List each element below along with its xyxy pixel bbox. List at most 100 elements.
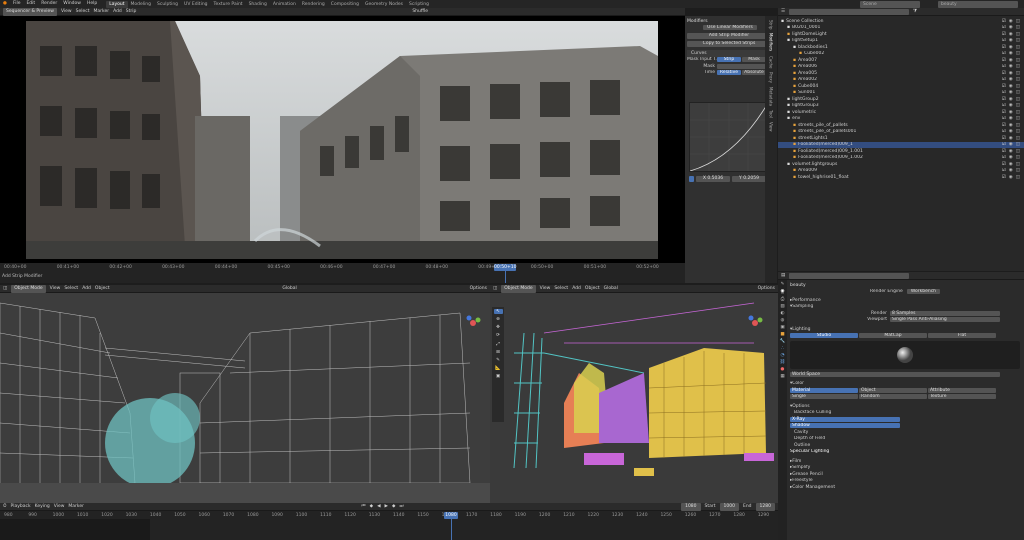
curve-y-field[interactable]: Y 0.2059 [732, 176, 766, 182]
right-menu-add[interactable]: Add [572, 285, 581, 293]
render-camera-icon[interactable]: ◫ [1016, 162, 1020, 167]
scene-selector[interactable]: Scene [860, 0, 920, 8]
render-camera-icon[interactable]: ◫ [1016, 32, 1020, 37]
workspace-tab-texture-paint[interactable]: Texture Paint [211, 1, 246, 8]
time-relative[interactable]: Relative [717, 70, 741, 76]
outliner-item[interactable]: ▪ Fooliated(merced)009_1.001 ☑ ◉ ◫ [778, 148, 1024, 155]
xray-toggle[interactable]: X-Ray [790, 416, 900, 422]
timeline-menu-keying[interactable]: Keying [35, 503, 50, 511]
visibility-eye-icon[interactable]: ◉ [1009, 77, 1013, 82]
physics-tab-icon[interactable]: ◔ [781, 353, 785, 358]
outliner-item[interactable]: ▪ volumetric ☑ ◉ ◫ [778, 109, 1024, 116]
visibility-eye-icon[interactable]: ◉ [1009, 175, 1013, 180]
render-camera-icon[interactable]: ◫ [1016, 64, 1020, 69]
menu-file[interactable]: File [10, 0, 24, 8]
outliner-item[interactable]: ▪ towel_highrise01_float ☑ ◉ ◫ [778, 174, 1024, 181]
viewport-samples-select[interactable]: Single Pass Anti-Aliasing [890, 317, 1000, 323]
right-menu-object[interactable]: Object [585, 285, 600, 293]
render-camera-icon[interactable]: ◫ [1016, 142, 1020, 147]
render-engine-select[interactable]: Workbench [906, 289, 941, 295]
render-camera-icon[interactable]: ◫ [1016, 84, 1020, 89]
lighting-studio[interactable]: Studio [790, 333, 858, 339]
outliner-item[interactable]: ▪ env ☑ ◉ ◫ [778, 116, 1024, 123]
render-camera-icon[interactable]: ◫ [1016, 103, 1020, 108]
left-menu-view[interactable]: View [50, 285, 61, 293]
next-key-icon[interactable]: ◆ [392, 503, 395, 511]
exclude-checkbox-icon[interactable]: ☑ [1002, 136, 1006, 141]
render-tab-icon[interactable]: ◉ [780, 289, 785, 294]
output-tab-icon[interactable]: ⎙ [781, 296, 785, 302]
color-texture[interactable]: Texture [928, 394, 996, 400]
texture-tab-icon[interactable]: ▦ [780, 374, 784, 379]
prev-key-icon[interactable]: ◆ [370, 503, 373, 511]
left-transform-select[interactable]: Global [282, 285, 296, 293]
color-management-panel[interactable]: ▸ Color Management [790, 484, 1020, 491]
left-menu-object[interactable]: Object [95, 285, 110, 293]
visibility-eye-icon[interactable]: ◉ [1009, 110, 1013, 115]
color-random[interactable]: Random [859, 394, 927, 400]
menu-edit[interactable]: Edit [23, 0, 38, 8]
mask-input-strip[interactable]: Strip [717, 57, 741, 63]
exclude-checkbox-icon[interactable]: ☑ [1002, 45, 1006, 50]
visibility-eye-icon[interactable]: ◉ [1009, 90, 1013, 95]
right-options-button[interactable]: Options [758, 285, 775, 293]
timeline-menu-playback[interactable]: Playback [11, 503, 31, 511]
visibility-eye-icon[interactable]: ◉ [1009, 32, 1013, 37]
properties-type-icon[interactable]: ▤ [781, 272, 785, 280]
outliner-item[interactable]: ▪ Area006 ☑ ◉ ◫ [778, 64, 1024, 71]
render-camera-icon[interactable]: ◫ [1016, 38, 1020, 43]
play-icon[interactable]: ▶ [385, 503, 388, 511]
properties-search-input[interactable] [789, 272, 910, 279]
visibility-eye-icon[interactable]: ◉ [1009, 136, 1013, 141]
tab-view[interactable]: View [769, 122, 774, 132]
color-single[interactable]: Single [790, 394, 858, 400]
render-camera-icon[interactable]: ◫ [1016, 77, 1020, 82]
render-camera-icon[interactable]: ◫ [1016, 110, 1020, 115]
visibility-eye-icon[interactable]: ◉ [1009, 103, 1013, 108]
color-object[interactable]: Object [859, 387, 927, 393]
visibility-eye-icon[interactable]: ◉ [1009, 51, 1013, 56]
studio-light-preview[interactable] [790, 341, 1020, 369]
exclude-checkbox-icon[interactable]: ☑ [1002, 97, 1006, 102]
outliner-item[interactable]: ▪ Area002 ☑ ◉ ◫ [778, 77, 1024, 84]
exclude-checkbox-icon[interactable]: ☑ [1002, 162, 1006, 167]
outliner-item[interactable]: ▪ streets_pile_of_pallets ☑ ◉ ◫ [778, 122, 1024, 129]
outliner-item[interactable]: ▪ lightSetup1 ☑ ◉ ◫ [778, 38, 1024, 45]
editor-type-icon[interactable]: ◫ [3, 285, 7, 293]
visibility-eye-icon[interactable]: ◉ [1009, 84, 1013, 89]
outliner-item[interactable]: ▪ Area005 ☑ ◉ ◫ [778, 70, 1024, 77]
workspace-tab-uv-editing[interactable]: UV Editing [181, 1, 210, 8]
particles-tab-icon[interactable]: ∴ [781, 346, 784, 351]
right-menu-view[interactable]: View [540, 285, 551, 293]
right-viewport[interactable]: ↖ ⊕ ✥ ⟳ ⤢ ⊞ ✎ 📐 ▣ [490, 293, 778, 503]
modifier-tab-icon[interactable]: 🔧 [780, 339, 786, 344]
navigation-gizmo[interactable] [463, 313, 483, 333]
specular-checkbox[interactable]: Specular Lighting [790, 449, 829, 454]
outliner-item[interactable]: ▪ Area007 ☑ ◉ ◫ [778, 57, 1024, 64]
visibility-eye-icon[interactable]: ◉ [1009, 64, 1013, 69]
timeline-playhead[interactable]: 1080 [444, 512, 458, 519]
workspace-tab-geometry-nodes[interactable]: Geometry Nodes [362, 1, 406, 8]
render-camera-icon[interactable]: ◫ [1016, 168, 1020, 173]
render-camera-icon[interactable]: ◫ [1016, 51, 1020, 56]
visibility-eye-icon[interactable]: ◉ [1009, 149, 1013, 154]
object-tab-icon[interactable]: ■ [780, 332, 784, 337]
outliner-item[interactable]: ▪ Fooliated(merced)009_1.002 ☑ ◉ ◫ [778, 155, 1024, 162]
sequencer-ruler[interactable]: 00:40+00 00:41+00 00:42+00 00:43+00 00:44+00… [0, 265, 685, 271]
exclude-checkbox-icon[interactable]: ☑ [1002, 168, 1006, 173]
right-menu-select[interactable]: Select [554, 285, 568, 293]
visibility-eye-icon[interactable]: ◉ [1009, 19, 1013, 24]
outliner-item[interactable]: ▪ B0201_0001 ☑ ◉ ◫ [778, 25, 1024, 32]
sequencer-timeline[interactable]: 00:40+00 00:41+00 00:42+00 00:43+00 00:44+00… [0, 263, 685, 283]
exclude-checkbox-icon[interactable]: ☑ [1002, 175, 1006, 180]
filter-icon[interactable]: ⧩ [913, 8, 917, 16]
exclude-checkbox-icon[interactable]: ☑ [1002, 155, 1006, 160]
render-camera-icon[interactable]: ◫ [1016, 116, 1020, 121]
visibility-eye-icon[interactable]: ◉ [1009, 25, 1013, 30]
tab-tool[interactable]: Tool [769, 110, 774, 118]
add-strip-modifier-button[interactable]: Add Strip Modifier [687, 33, 771, 40]
timeline-menu-view[interactable]: View [54, 503, 65, 511]
render-camera-icon[interactable]: ◫ [1016, 71, 1020, 76]
render-camera-icon[interactable]: ◫ [1016, 136, 1020, 141]
exclude-checkbox-icon[interactable]: ☑ [1002, 64, 1006, 69]
